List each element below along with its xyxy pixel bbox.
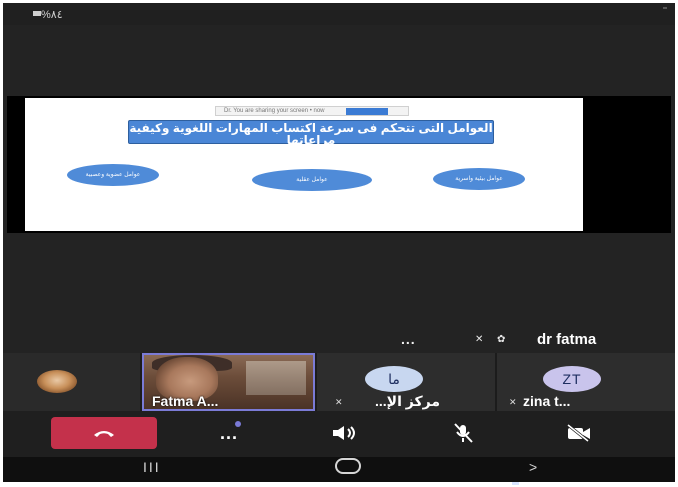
pin-icon: ✿ <box>497 334 506 345</box>
cursor-mark <box>512 482 519 485</box>
speaker-button[interactable] <box>315 417 375 449</box>
home-button[interactable] <box>335 458 361 474</box>
slide-oval-environmental: عوامل بيئية واسرية <box>433 168 525 190</box>
mic-off-icon <box>454 423 473 443</box>
participant-tile[interactable]: ZT ✕ zina t... <box>497 353 675 411</box>
participant-strip: Fatma A... ما ✕ مركز الإ... ZT ✕ zina t.… <box>3 353 675 411</box>
status-indicator <box>663 7 667 9</box>
presentation-slide: Dr. You are sharing your screen • now ال… <box>25 98 583 231</box>
camera-off-icon <box>567 424 590 442</box>
participant-initials-avatar: ZT <box>543 366 601 392</box>
participant-name: مركز الإ... <box>375 393 441 409</box>
self-video-tile[interactable]: Fatma A... <box>142 353 315 411</box>
slide-oval-organic: عوامل عضوية وعصبية <box>67 164 159 186</box>
microphone-button[interactable] <box>433 417 493 449</box>
speaker-icon <box>333 426 355 440</box>
sharing-banner-text: Dr. You are sharing your screen • now <box>224 108 325 114</box>
mic-off-icon: ✕ <box>335 397 343 407</box>
shared-screen[interactable]: Dr. You are sharing your screen • now ال… <box>7 96 671 233</box>
camera-button[interactable] <box>549 417 609 449</box>
participant-avatar <box>37 370 77 393</box>
battery-percent: %٨٤ <box>41 9 63 21</box>
slide-title: العوامل التى تتحكم فى سرعة اكتساب المهار… <box>128 120 494 147</box>
mic-off-icon: ✕ <box>509 397 517 407</box>
recent-apps-button[interactable]: III <box>143 459 161 475</box>
back-button[interactable]: > <box>529 459 537 475</box>
hang-up-button[interactable] <box>51 417 157 449</box>
presenter-name: dr fatma <box>537 331 597 348</box>
phone-screen: %٨٤ Dr. You are sharing your screen • no… <box>3 3 675 482</box>
participant-initials-avatar: ما <box>365 366 423 392</box>
participant-tile[interactable] <box>3 353 140 411</box>
android-nav-bar: III > <box>3 457 675 482</box>
more-options-button[interactable]: ... <box>199 417 259 449</box>
status-bar: %٨٤ <box>3 3 675 25</box>
battery-icon <box>33 11 41 16</box>
slide-oval-mental: عوامل عقلية <box>252 169 372 191</box>
presenter-more-button[interactable]: ... <box>401 331 416 347</box>
background-window <box>246 361 306 395</box>
participant-name: zina t... <box>523 393 571 409</box>
mic-off-small-icon: ✕ <box>475 334 484 345</box>
participant-tile[interactable]: ما ✕ مركز الإ... <box>317 353 495 411</box>
participant-name: Fatma A... <box>152 393 219 409</box>
sharing-banner: Dr. You are sharing your screen • now <box>215 106 409 116</box>
notification-dot <box>235 421 241 427</box>
stop-sharing-button <box>346 108 388 115</box>
call-controls: ... <box>3 411 675 457</box>
phone-hangup-icon <box>94 431 114 437</box>
presenter-row: ... ✕ ✿ dr fatma <box>3 331 675 351</box>
